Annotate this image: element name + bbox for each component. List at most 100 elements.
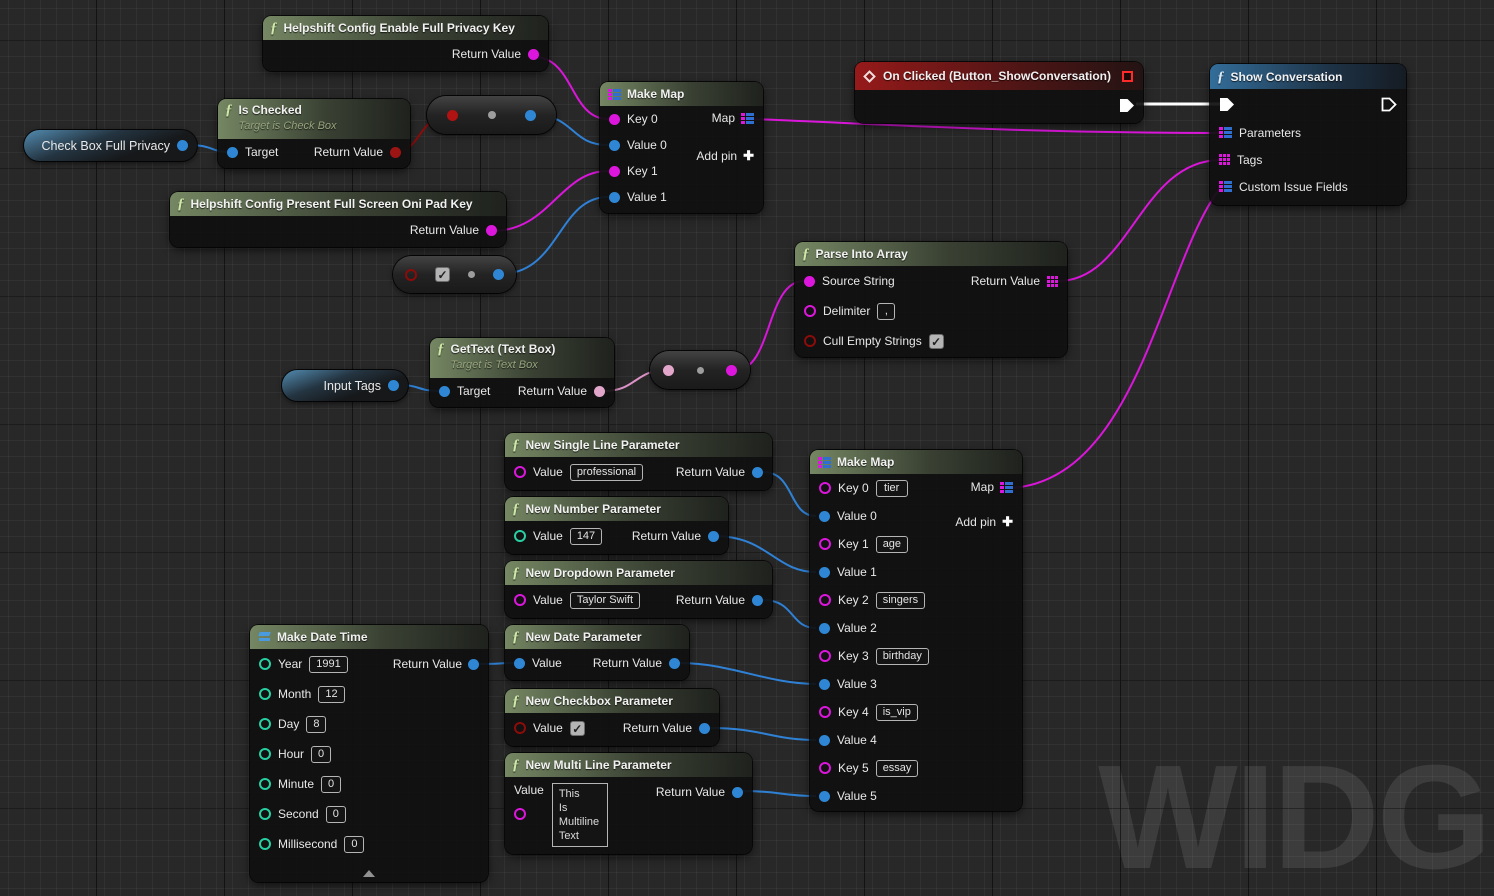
node-header[interactable]: Make Map [600, 82, 763, 106]
object-output-pin[interactable] [732, 787, 743, 798]
custom-fields-map-pin-icon[interactable] [1219, 181, 1232, 192]
key3-field[interactable]: birthday [876, 648, 929, 665]
object-output-pin[interactable] [752, 595, 763, 606]
node-new-checkbox-parameter[interactable]: ƒ New Checkbox Parameter Value ✓ Return … [505, 689, 719, 746]
collapse-arrow[interactable] [363, 870, 375, 877]
month-input-pin[interactable] [259, 688, 271, 700]
value0-input-pin[interactable] [819, 511, 830, 522]
month-field[interactable]: 12 [318, 686, 344, 703]
node-header[interactable]: ƒ New Checkbox Parameter [505, 689, 719, 713]
add-pin-button[interactable]: Add pin ✚ [955, 514, 1013, 530]
node-is-checked[interactable]: ƒ Is Checked Target is Check Box Target … [218, 99, 410, 168]
bool-default-checkbox[interactable]: ✓ [435, 267, 450, 282]
object-output-pin[interactable] [525, 110, 536, 121]
key2-input-pin[interactable] [819, 594, 831, 606]
value4-input-pin[interactable] [819, 735, 830, 746]
node-header[interactable]: ƒ Parse Into Array [795, 242, 1067, 266]
value-field[interactable]: professional [570, 464, 643, 481]
exec-output-pin[interactable] [1381, 97, 1397, 112]
string-output-pin[interactable] [528, 49, 539, 60]
node-gettext-text-box[interactable]: ƒ GetText (Text Box) Target is Text Box … [430, 338, 614, 407]
object-output-pin[interactable] [493, 269, 504, 280]
node-header[interactable]: Make Date Time [250, 625, 488, 649]
hour-input-pin[interactable] [259, 748, 271, 760]
node-header[interactable]: Make Map [810, 450, 1022, 474]
node-header[interactable]: ƒ New Date Parameter [505, 625, 689, 649]
node-header[interactable]: ƒ New Multi Line Parameter [505, 753, 752, 777]
key1-input-pin[interactable] [819, 538, 831, 550]
second-field[interactable]: 0 [326, 806, 346, 823]
node-compact-conversion-3[interactable] [650, 351, 750, 389]
exec-input-pin[interactable] [1219, 97, 1235, 112]
cull-empty-input-pin[interactable] [804, 335, 816, 347]
node-new-single-line-parameter[interactable]: ƒ New Single Line Parameter Value profes… [505, 433, 772, 490]
year-field[interactable]: 1991 [309, 656, 347, 673]
node-compact-conversion-2[interactable]: ✓ [393, 256, 516, 293]
delimiter-input-pin[interactable] [804, 305, 816, 317]
parameters-map-pin-icon[interactable] [1219, 127, 1232, 138]
map-output-pin-icon[interactable] [1000, 482, 1013, 493]
key2-field[interactable]: singers [876, 592, 925, 609]
node-new-dropdown-parameter[interactable]: ƒ New Dropdown Parameter Value Taylor Sw… [505, 561, 772, 618]
year-input-pin[interactable] [259, 658, 271, 670]
hour-field[interactable]: 0 [311, 746, 331, 763]
object-output-pin[interactable] [699, 723, 710, 734]
target-input-pin[interactable] [227, 147, 238, 158]
bool-input-pin[interactable] [405, 269, 417, 281]
millisecond-input-pin[interactable] [259, 838, 271, 850]
key0-input-pin[interactable] [609, 114, 620, 125]
value1-input-pin[interactable] [609, 192, 620, 203]
node-new-date-parameter[interactable]: ƒ New Date Parameter Value Return Value [505, 625, 689, 680]
key5-input-pin[interactable] [819, 762, 831, 774]
add-pin-button[interactable]: Add pin ✚ [696, 148, 754, 164]
node-header[interactable]: ƒ New Number Parameter [505, 497, 728, 521]
node-make-date-time[interactable]: Make Date Time Year 1991 Month 12 Day 8 … [250, 625, 488, 882]
node-check-box-full-privacy[interactable]: Check Box Full Privacy [24, 130, 197, 161]
node-make-map-bottom[interactable]: Make Map Key 0 tier Value 0 Key 1 age Va… [810, 450, 1022, 811]
node-on-clicked-event[interactable]: On Clicked (Button_ShowConversation) [855, 62, 1143, 123]
node-header[interactable]: ƒ Helpshift Config Enable Full Privacy K… [263, 16, 548, 40]
delegate-output-pin[interactable] [1122, 71, 1133, 82]
node-header[interactable]: ƒ New Dropdown Parameter [505, 561, 772, 585]
source-string-input-pin[interactable] [804, 276, 815, 287]
value-input-pin[interactable] [514, 530, 526, 542]
day-field[interactable]: 8 [306, 716, 326, 733]
text-output-pin[interactable] [594, 386, 605, 397]
key4-field[interactable]: is_vip [876, 704, 918, 721]
object-output-pin[interactable] [708, 531, 719, 542]
node-helpshift-present-full-screen[interactable]: ƒ Helpshift Config Present Full Screen O… [170, 192, 506, 247]
node-header[interactable]: ƒ New Single Line Parameter [505, 433, 772, 457]
string-output-pin[interactable] [486, 225, 497, 236]
value-input-pin[interactable] [514, 808, 526, 820]
string-output-pin[interactable] [726, 365, 737, 376]
day-input-pin[interactable] [259, 718, 271, 730]
value-checkbox[interactable]: ✓ [570, 721, 585, 736]
value-field[interactable]: 147 [570, 528, 602, 545]
node-helpshift-enable-full-privacy-key[interactable]: ƒ Helpshift Config Enable Full Privacy K… [263, 16, 548, 71]
value2-input-pin[interactable] [819, 623, 830, 634]
bool-output-pin[interactable] [390, 147, 401, 158]
node-new-multi-line-parameter[interactable]: ƒ New Multi Line Parameter Value This Is… [505, 753, 752, 854]
exec-output-pin[interactable] [1119, 98, 1135, 113]
node-parse-into-array[interactable]: ƒ Parse Into Array Source String Return … [795, 242, 1067, 357]
node-header[interactable]: ƒ GetText (Text Box) Target is Text Box [430, 338, 614, 378]
key4-input-pin[interactable] [819, 706, 831, 718]
value-input-pin[interactable] [514, 594, 526, 606]
second-input-pin[interactable] [259, 808, 271, 820]
minute-input-pin[interactable] [259, 778, 271, 790]
node-compact-conversion-1[interactable] [427, 96, 556, 134]
node-show-conversation[interactable]: ƒ Show Conversation Parameters Tags [1210, 64, 1406, 205]
value1-input-pin[interactable] [819, 567, 830, 578]
minute-field[interactable]: 0 [321, 776, 341, 793]
node-header[interactable]: ƒ Helpshift Config Present Full Screen O… [170, 192, 506, 216]
value5-input-pin[interactable] [819, 791, 830, 802]
node-header[interactable]: ƒ Show Conversation [1210, 64, 1406, 89]
value-input-pin[interactable] [514, 658, 525, 669]
blueprint-canvas[interactable]: WIDGET Check Box Full Privacy ƒ Helpshif… [0, 0, 1494, 896]
key1-input-pin[interactable] [609, 166, 620, 177]
delimiter-field[interactable]: , [877, 303, 895, 320]
key1-field[interactable]: age [876, 536, 908, 553]
object-output-pin[interactable] [669, 658, 680, 669]
object-output-pin[interactable] [752, 467, 763, 478]
object-output-pin[interactable] [468, 659, 479, 670]
